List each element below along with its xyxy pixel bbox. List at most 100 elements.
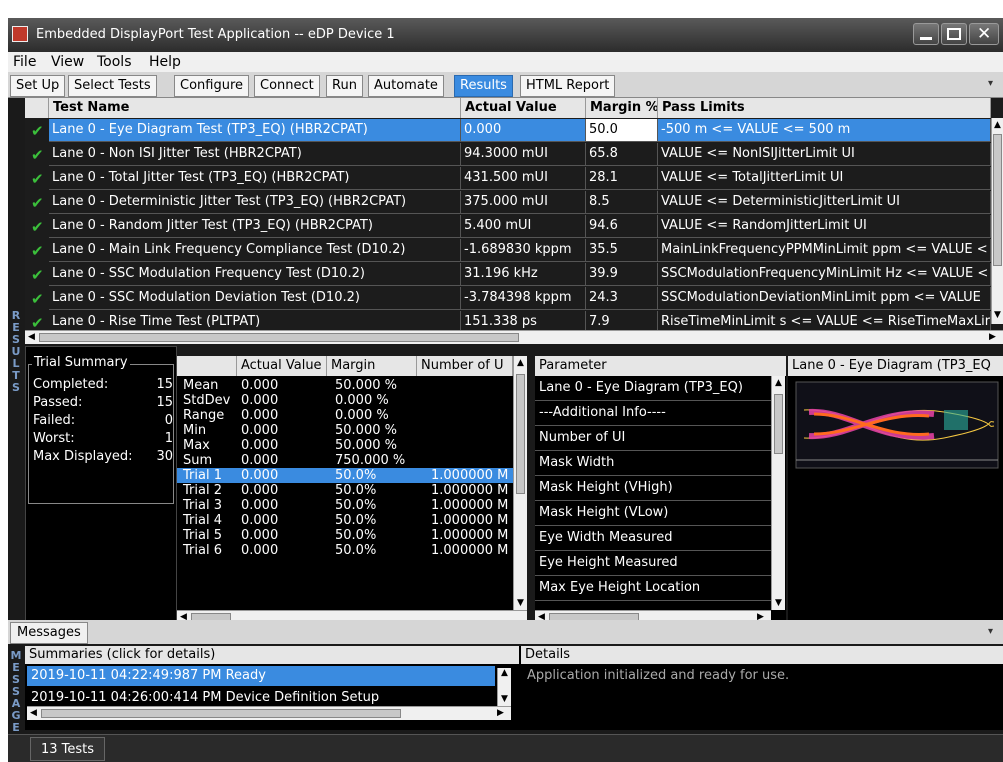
stats-cell-label: Trial 2 <box>183 483 222 498</box>
stats-col-header-actual[interactable]: Actual Value <box>237 356 327 376</box>
stats-cell-margin: 50.0% <box>335 513 377 528</box>
stats-cell-label: StdDev <box>183 393 231 408</box>
message-summary-row[interactable]: 2019-10-11 04:22:49:987 PM Ready <box>27 666 495 686</box>
params-vscrollbar[interactable]: ▲ ▼ <box>771 376 785 610</box>
col-header-pass-limits[interactable]: Pass Limits <box>658 98 991 118</box>
eye-diagram-image[interactable] <box>794 380 1000 470</box>
results-vscrollbar[interactable]: ▲ ▼ <box>991 118 1003 324</box>
results-row[interactable]: ✔ Lane 0 - Total Jitter Test (TP3_EQ) (HB… <box>25 167 991 191</box>
stats-col-header-number[interactable]: Number of U <box>417 356 513 376</box>
stats-row[interactable]: Mean 0.000 50.000 % <box>177 378 513 393</box>
scroll-down-icon[interactable]: ▼ <box>994 310 1001 320</box>
stats-row[interactable]: Trial 2 0.000 50.0% 1.000000 M <box>177 483 513 498</box>
stats-cell-label: Range <box>183 408 225 423</box>
maximize-button[interactable] <box>941 23 967 45</box>
tab-html-report[interactable]: HTML Report <box>520 75 616 97</box>
scroll-up-icon[interactable]: ▲ <box>501 668 508 678</box>
stats-vscrollbar[interactable]: ▲ ▼ <box>513 356 527 610</box>
scroll-right-icon[interactable]: ▶ <box>989 332 996 342</box>
tab-run[interactable]: Run <box>326 75 363 97</box>
trial-summary-item: Worst: 1 <box>33 431 173 446</box>
tab-results[interactable]: Results <box>454 75 513 97</box>
parameter-row[interactable]: Eye Height Measured <box>535 552 771 576</box>
menu-view[interactable]: View <box>51 54 84 70</box>
parameter-header[interactable]: Parameter <box>535 356 786 376</box>
stats-row[interactable]: Trial 3 0.000 50.0% 1.000000 M <box>177 498 513 513</box>
results-cell-limits: VALUE <= NonISIJitterLimit UI <box>658 143 991 166</box>
menu-help[interactable]: Help <box>149 54 181 70</box>
parameter-row[interactable]: Eye Width Measured <box>535 527 771 551</box>
results-vscroll-thumb[interactable] <box>993 134 1002 266</box>
tab-automate[interactable]: Automate <box>368 75 444 97</box>
stats-cell-label: Min <box>183 423 207 438</box>
tab-messages[interactable]: Messages <box>10 622 88 644</box>
scroll-left-icon[interactable]: ◀ <box>30 708 37 718</box>
stats-cell-actual: 0.000 <box>241 393 279 408</box>
tab-overflow-icon[interactable]: ▾ <box>988 78 993 89</box>
pass-check-icon: ✔ <box>31 314 44 332</box>
scroll-right-icon[interactable]: ▶ <box>497 708 504 718</box>
results-hscroll-thumb[interactable] <box>39 333 519 342</box>
stats-row[interactable]: Trial 1 0.000 50.0% 1.000000 M <box>177 468 513 483</box>
stats-cell-num: 1.000000 M <box>431 543 509 558</box>
results-row[interactable]: ✔ Lane 0 - SSC Modulation Frequency Test … <box>25 263 991 287</box>
trial-summary-panel: Trial Summary Completed: 15 Passed: 15 Faile… <box>25 346 177 624</box>
stats-row[interactable]: Trial 4 0.000 50.0% 1.000000 M <box>177 513 513 528</box>
scroll-up-icon[interactable]: ▲ <box>775 378 782 388</box>
minimize-button[interactable] <box>913 23 939 45</box>
parameter-row[interactable]: Mask Width <box>535 452 771 476</box>
results-cell-actual: 31.196 kHz <box>461 263 586 286</box>
stats-row[interactable]: Trial 6 0.000 50.0% 1.000000 M <box>177 543 513 558</box>
results-cell-limits: -500 m <= VALUE <= 500 m <box>658 119 991 142</box>
scroll-up-icon[interactable]: ▲ <box>994 120 1001 130</box>
tab-select-tests[interactable]: Select Tests <box>68 75 157 97</box>
messages-vscrollbar[interactable]: ▲ ▼ <box>497 668 511 706</box>
messages-hscroll-thumb[interactable] <box>41 709 401 718</box>
details-header: Details <box>521 646 1003 664</box>
scroll-up-icon[interactable]: ▲ <box>517 358 524 368</box>
parameter-row[interactable]: Mask Height (VLow) <box>535 502 771 526</box>
scroll-down-icon[interactable]: ▼ <box>775 598 782 608</box>
stats-cell-margin: 50.0% <box>335 483 377 498</box>
results-row[interactable]: ✔ Lane 0 - Main Link Frequency Compliance… <box>25 239 991 263</box>
parameter-row[interactable]: Lane 0 - Eye Diagram (TP3_EQ) <box>535 377 771 401</box>
results-row[interactable]: ✔ Lane 0 - SSC Modulation Deviation Test … <box>25 287 991 311</box>
col-header-margin[interactable]: Margin % <box>586 98 658 118</box>
results-row[interactable]: ✔ Lane 0 - Deterministic Jitter Test (TP3… <box>25 191 991 215</box>
stats-row[interactable]: Range 0.000 0.000 % <box>177 408 513 423</box>
messages-hscrollbar[interactable]: ◀ ▶ <box>27 706 511 720</box>
stats-row[interactable]: Min 0.000 50.000 % <box>177 423 513 438</box>
results-row[interactable]: ✔ Lane 0 - Eye Diagram Test (TP3_EQ) (HBR… <box>25 119 991 143</box>
stats-vscroll-thumb[interactable] <box>516 374 525 494</box>
parameter-row[interactable]: Mask Height (VHigh) <box>535 477 771 501</box>
params-vscroll-thumb[interactable] <box>774 394 783 454</box>
results-row[interactable]: ✔ Lane 0 - Random Jitter Test (TP3_EQ) (H… <box>25 215 991 239</box>
title-bar: Embedded DisplayPort Test Application --… <box>8 18 1003 52</box>
results-cell-limits: VALUE <= DeterministicJitterLimit UI <box>658 191 991 214</box>
scroll-down-icon[interactable]: ▼ <box>517 598 524 608</box>
trial-summary-value: 0 <box>164 413 173 428</box>
parameter-row[interactable]: ---Additional Info---- <box>535 402 771 426</box>
tab-connect[interactable]: Connect <box>254 75 320 97</box>
messages-overflow-icon[interactable]: ▾ <box>988 626 993 637</box>
menu-file[interactable]: File <box>13 54 36 70</box>
close-button[interactable]: ✕ <box>969 23 999 45</box>
stats-row[interactable]: Max 0.000 50.000 % <box>177 438 513 453</box>
col-header-actual-value[interactable]: Actual Value <box>461 98 586 118</box>
scroll-left-icon[interactable]: ◀ <box>28 332 35 342</box>
trial-summary-item: Completed: 15 <box>33 377 173 392</box>
scroll-down-icon[interactable]: ▼ <box>501 694 508 704</box>
parameter-row[interactable]: Number of UI <box>535 427 771 451</box>
parameter-row[interactable]: Max Eye Height Location <box>535 577 771 601</box>
stats-col-header-margin[interactable]: Margin <box>327 356 417 376</box>
menu-tools[interactable]: Tools <box>97 54 132 70</box>
tab-set-up[interactable]: Set Up <box>10 75 66 97</box>
message-summary-row[interactable]: 2019-10-11 04:26:00:414 PM Device Defini… <box>27 688 495 708</box>
stats-row[interactable]: Sum 0.000 750.000 % <box>177 453 513 468</box>
tab-configure[interactable]: Configure <box>174 75 250 97</box>
results-row[interactable]: ✔ Lane 0 - Non ISI Jitter Test (HBR2CPAT)… <box>25 143 991 167</box>
stats-row[interactable]: Trial 5 0.000 50.0% 1.000000 M <box>177 528 513 543</box>
results-hscrollbar[interactable]: ◀ ▶ <box>25 330 1003 344</box>
col-header-test-name[interactable]: Test Name <box>49 98 461 118</box>
stats-row[interactable]: StdDev 0.000 0.000 % <box>177 393 513 408</box>
